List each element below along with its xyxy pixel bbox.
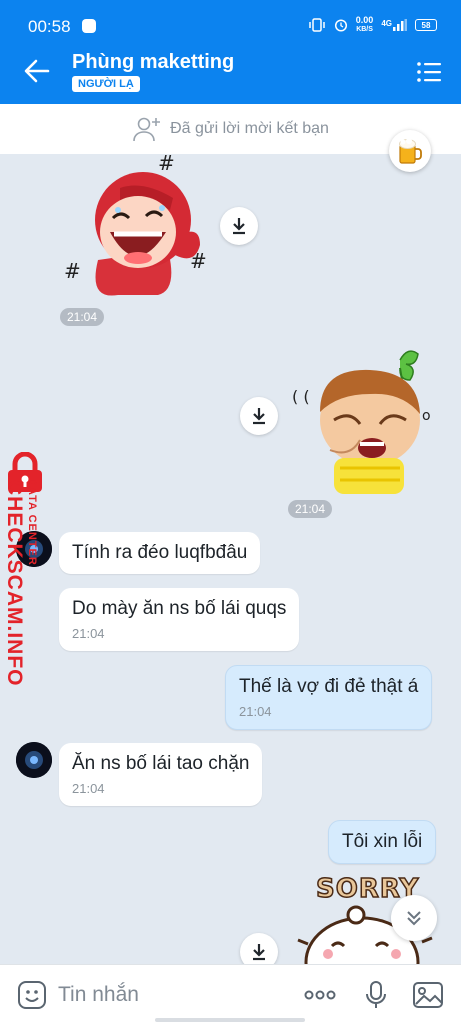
- svg-text:( (: ( (: [292, 387, 310, 406]
- svg-text:#: #: [64, 259, 81, 283]
- message-input[interactable]: Tin nhắn: [58, 983, 139, 1007]
- notification-app-icon: [82, 19, 96, 33]
- battery-indicator: 58: [415, 19, 437, 31]
- download-icon: [233, 218, 245, 235]
- friend-request-text: Đã gửi lời mời kết bạn: [170, 120, 329, 137]
- send-image-button[interactable]: [412, 979, 444, 1011]
- sticker-2-time: 21:04: [288, 500, 333, 518]
- image-gallery-icon: [413, 982, 443, 1008]
- signal-4g: 4G: [381, 19, 407, 31]
- contact-avatar[interactable]: [16, 742, 52, 778]
- message-text: Tôi xin lỗi: [342, 831, 423, 852]
- download-sticker-1-button[interactable]: [220, 207, 258, 245]
- download-icon: [253, 408, 265, 425]
- signal-icon: [393, 19, 407, 31]
- sticker-laughing-red-hood[interactable]: # # #: [58, 150, 218, 300]
- signal-label: 4G: [381, 19, 392, 28]
- gesture-nav-bar[interactable]: [155, 1018, 305, 1022]
- more-dots-icon: [304, 990, 336, 1000]
- sticker-crying-boy[interactable]: ( ( o: [290, 340, 440, 500]
- beer-sticker-button[interactable]: [389, 130, 431, 172]
- message-received-3[interactable]: Ăn ns bố lái tao chặn 21:04: [59, 743, 263, 806]
- message-text: Ăn ns bố lái tao chặn: [72, 753, 250, 774]
- watermark-sub: DATA CENTER: [26, 478, 38, 566]
- voice-record-button[interactable]: [360, 979, 392, 1011]
- scroll-to-bottom-button[interactable]: [391, 895, 437, 941]
- message-received-2[interactable]: Do mày ăn ns bố lái quqs 21:04: [59, 588, 300, 651]
- more-options-button[interactable]: [304, 979, 336, 1011]
- double-chevron-down-icon: [407, 911, 421, 926]
- sticker-1-time: 21:04: [60, 308, 105, 326]
- sticker-face-icon: [18, 981, 46, 1009]
- message-text: Tính ra đéo luqfbđâu: [72, 542, 248, 563]
- message-received-1[interactable]: Tính ra đéo luqfbđâu: [59, 532, 261, 574]
- beer-mug-icon: [399, 138, 422, 164]
- message-time: 21:04: [72, 781, 105, 796]
- svg-text:o: o: [422, 408, 431, 424]
- watermark-brand: CHECKSCAM.INFO: [3, 480, 26, 687]
- stranger-badge: NGƯỜI LẠ: [72, 76, 140, 92]
- message-text: Thế là vợ đi đẻ thật á: [239, 676, 419, 697]
- alarm-icon: [334, 19, 347, 32]
- avatar-image: [16, 742, 52, 778]
- status-bar: 00:58 0.00 KB/S 4G 58: [0, 0, 461, 42]
- contact-name[interactable]: Phùng maketting: [72, 51, 234, 74]
- net-speed-value: 0.00: [355, 15, 374, 25]
- net-speed: 0.00 KB/S: [356, 16, 374, 34]
- message-time: 21:04: [239, 704, 272, 719]
- microphone-icon: [366, 981, 386, 1008]
- checkscam-watermark: CHECKSCAM.INFO DATA CENTER: [0, 450, 54, 687]
- message-text: Do mày ăn ns bố lái quqs: [72, 598, 287, 619]
- vibrate-icon: [309, 18, 325, 32]
- sticker-button[interactable]: [16, 979, 48, 1011]
- svg-text:#: #: [158, 151, 175, 175]
- status-icons: 0.00 KB/S 4G 58: [308, 16, 437, 34]
- message-sent-2[interactable]: Tôi xin lỗi: [328, 820, 437, 864]
- back-arrow-icon[interactable]: [22, 56, 52, 86]
- message-time: 21:04: [72, 626, 105, 641]
- message-composer: Tin nhắn: [0, 964, 461, 1024]
- add-friend-icon: [133, 117, 161, 142]
- download-icon: [253, 944, 265, 961]
- menu-list-icon[interactable]: [415, 58, 443, 86]
- status-time: 00:58: [28, 17, 71, 36]
- net-speed-unit: KB/S: [356, 26, 373, 33]
- download-sticker-2-button[interactable]: [240, 397, 278, 435]
- chat-header: Phùng maketting NGƯỜI LẠ: [0, 42, 461, 104]
- message-sent-1[interactable]: Thế là vợ đi đẻ thật á 21:04: [225, 665, 433, 730]
